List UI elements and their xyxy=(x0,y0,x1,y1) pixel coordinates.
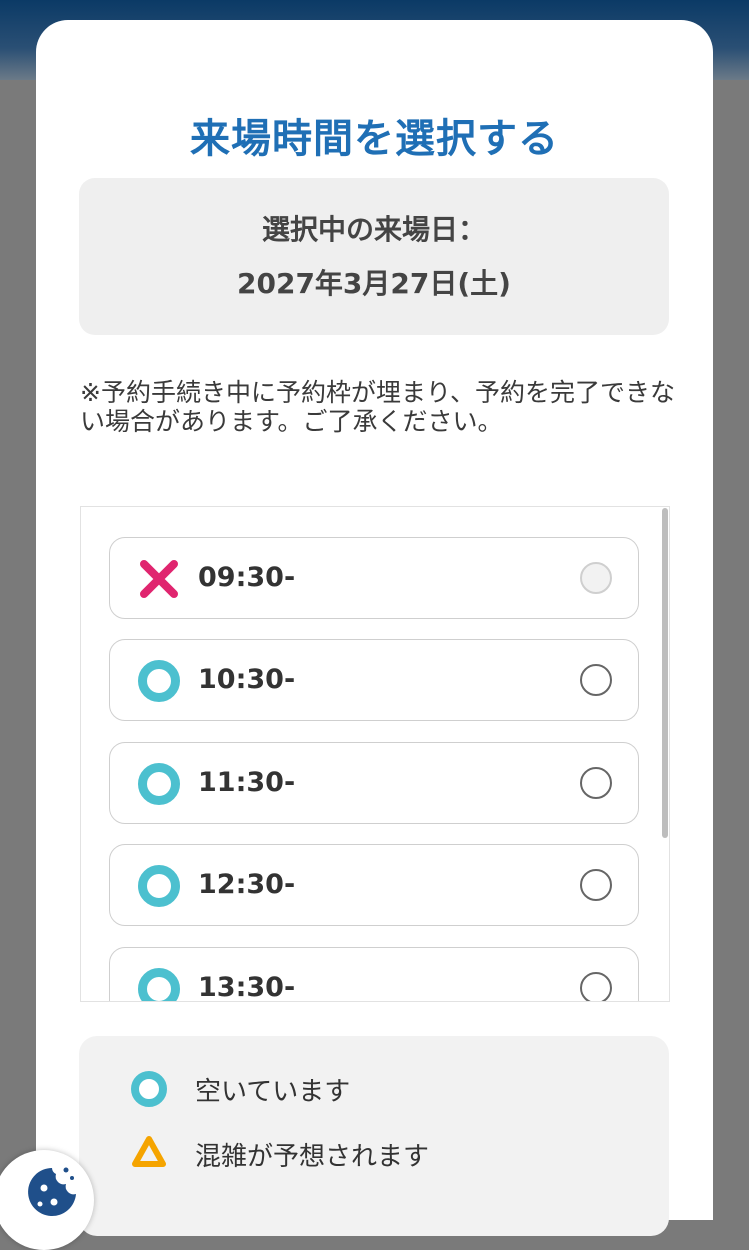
triangle-icon xyxy=(131,1134,167,1174)
time-slot-1330[interactable]: 13:30- xyxy=(109,947,639,1002)
time-slot-radio[interactable] xyxy=(580,767,612,799)
time-slot-radio[interactable] xyxy=(580,869,612,901)
selected-date-label: 選択中の来場日： xyxy=(261,212,486,246)
legend-item-crowded: 混雑が予想されます xyxy=(131,1134,429,1174)
cookie-settings-button[interactable] xyxy=(0,1150,94,1250)
time-slot-radio xyxy=(580,562,612,594)
reservation-notice: ※予約手続き中に予約枠が埋まり、予約を完了できない場合があります。ご了承ください… xyxy=(80,378,675,436)
modal-title: 来場時間を選択する xyxy=(190,116,559,162)
time-slot-radio[interactable] xyxy=(580,972,612,1001)
time-slot-label: 12:30- xyxy=(198,869,296,900)
circle-icon xyxy=(131,1071,167,1107)
time-slot-label: 13:30- xyxy=(198,972,296,1002)
time-select-modal: 来場時間を選択する 選択中の来場日： 2027年3月27日(土) ※予約手続き中… xyxy=(36,20,713,1236)
time-slot-1030[interactable]: 10:30- xyxy=(109,639,639,721)
selected-date-box: 選択中の来場日： 2027年3月27日(土) xyxy=(79,178,669,335)
time-slot-label: 09:30- xyxy=(198,562,296,593)
time-slot-label: 11:30- xyxy=(198,767,296,798)
time-slot-1230[interactable]: 12:30- xyxy=(109,844,639,926)
availability-legend: 空いています 混雑が予想されます xyxy=(79,1036,669,1236)
slot-list-scrollbar[interactable] xyxy=(662,508,668,838)
legend-label: 混雑が予想されます xyxy=(195,1141,430,1172)
time-slot-0930: 09:30- xyxy=(109,537,639,619)
circle-icon xyxy=(138,763,180,805)
legend-label: 空いています xyxy=(195,1076,351,1107)
time-slot-label: 10:30- xyxy=(198,664,296,695)
legend-item-available: 空いています xyxy=(131,1069,350,1109)
time-slot-list[interactable]: 09:30- 10:30- 11:30- 12:30- 13:30- xyxy=(80,506,670,1002)
circle-icon xyxy=(138,660,180,702)
circle-icon xyxy=(138,865,180,907)
time-slot-1130[interactable]: 11:30- xyxy=(109,742,639,824)
circle-icon xyxy=(138,968,180,1001)
cookie-icon xyxy=(22,1162,82,1226)
cross-icon xyxy=(138,558,180,600)
selected-date-value: 2027年3月27日(土) xyxy=(237,266,511,300)
time-slot-radio[interactable] xyxy=(580,664,612,696)
